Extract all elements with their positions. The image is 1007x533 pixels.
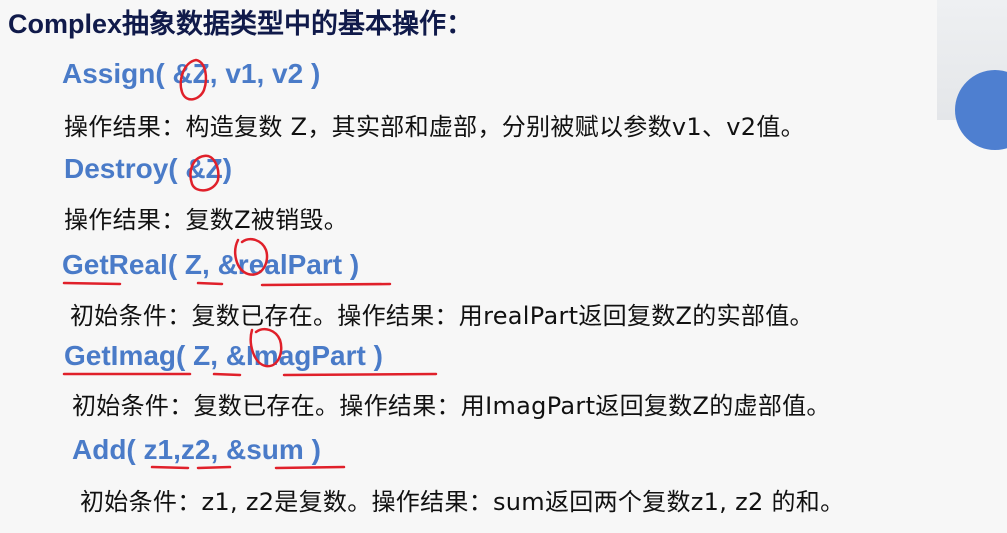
- op-assign-signature: Assign( &Z, v1, v2 ): [62, 58, 321, 89]
- annotation-underline-getreal-z: [196, 281, 224, 286]
- presenter-video-thumbnail: [937, 0, 1007, 150]
- op-getimag-description: 初始条件：复数已存在。操作结果：用ImagPart返回复数Z的虚部值。: [72, 392, 831, 420]
- annotation-underline-add-sum: [274, 465, 346, 470]
- annotation-underline-add-z2: [196, 465, 232, 470]
- presenter-shoulder: [955, 70, 1007, 150]
- op-destroy-signature: Destroy( &Z): [64, 153, 233, 184]
- op-getreal-description: 初始条件：复数已存在。操作结果：用realPart返回复数Z的实部值。: [70, 302, 814, 330]
- page-title: Complex抽象数据类型中的基本操作：: [8, 9, 474, 39]
- annotation-underline-getimag-imagpart: [282, 372, 438, 377]
- op-add-signature: Add( z1,z2, &sum ): [72, 434, 321, 465]
- op-assign-description: 操作结果：构造复数 Z，其实部和虚部，分别被赋以参数v1、v2值。: [64, 113, 805, 141]
- annotation-underline-getreal-name: [62, 281, 122, 286]
- op-getreal-signature: GetReal( Z, &realPart ): [62, 249, 360, 280]
- annotation-underline-getimag-z: [212, 372, 242, 377]
- op-destroy-description: 操作结果：复数Z被销毁。: [64, 206, 349, 234]
- annotation-underline-getreal-realpart: [260, 282, 392, 287]
- op-add-description: 初始条件：z1, z2是复数。操作结果：sum返回两个复数z1, z2 的和。: [80, 488, 845, 516]
- op-getimag-signature: GetImag( Z, &ImagPart ): [64, 340, 383, 371]
- annotation-underline-add-z1: [150, 465, 190, 470]
